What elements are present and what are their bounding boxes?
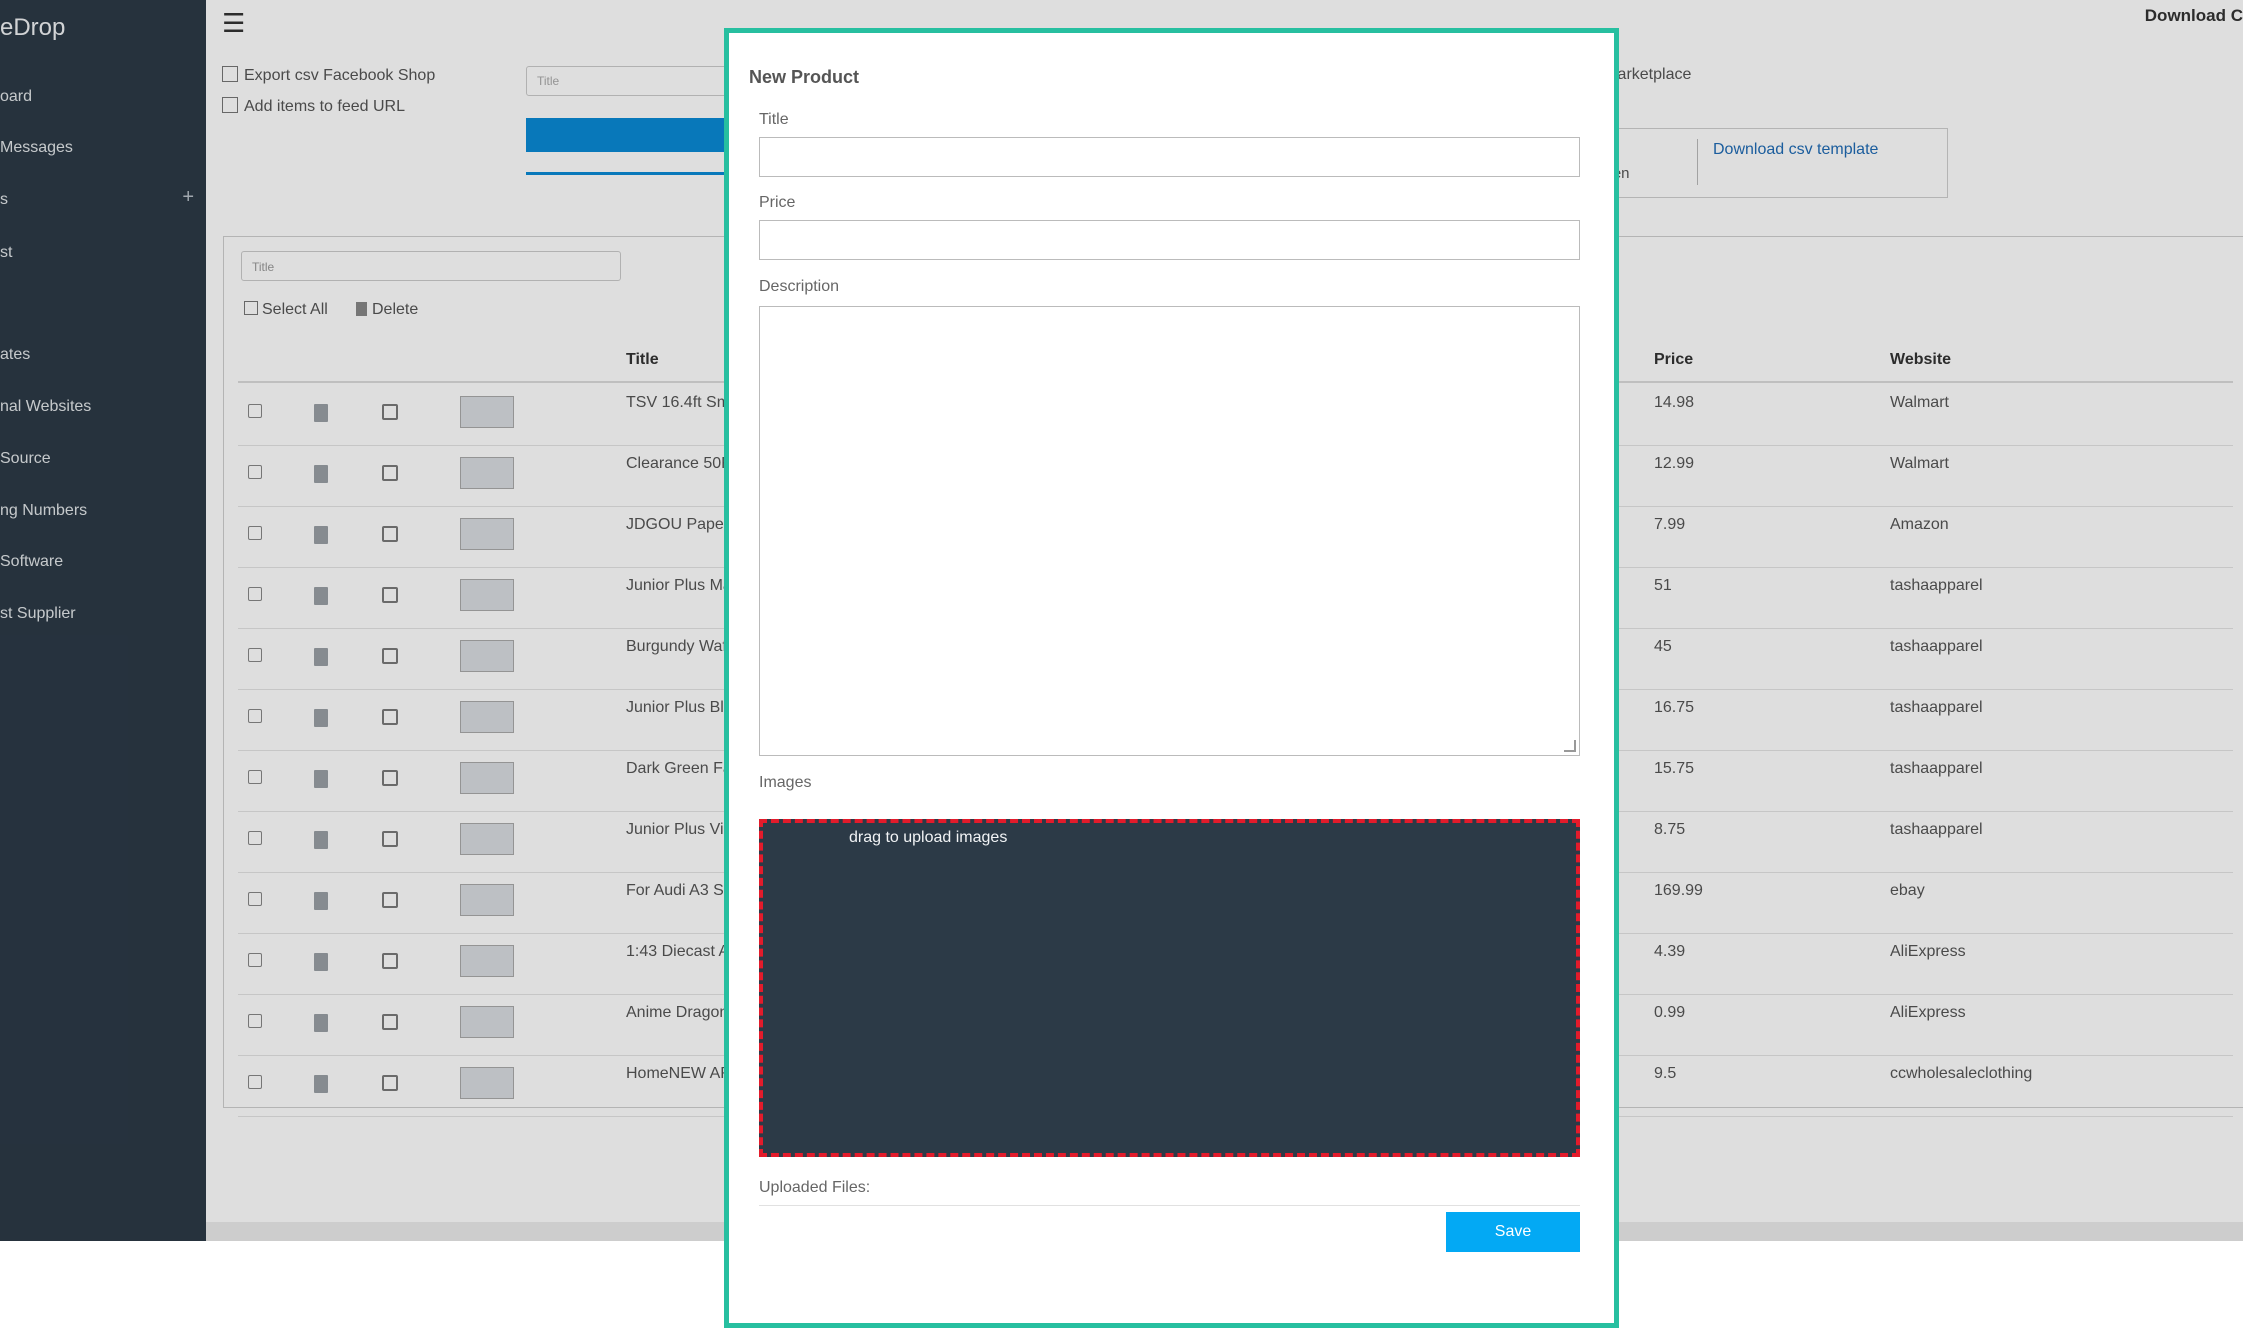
new-product-modal: New Product Title Price Description Imag… xyxy=(724,28,1619,1328)
uploaded-files-label: Uploaded Files: xyxy=(759,1179,871,1196)
dropzone-text: drag to upload images xyxy=(849,829,1008,846)
title-label: Title xyxy=(759,111,789,128)
price-label: Price xyxy=(759,194,796,211)
images-label: Images xyxy=(759,774,812,791)
description-textarea[interactable] xyxy=(759,306,1580,756)
modal-title: New Product xyxy=(749,67,860,87)
price-input[interactable] xyxy=(759,220,1580,260)
description-label: Description xyxy=(759,278,840,295)
image-dropzone[interactable]: drag to upload images xyxy=(759,819,1580,1157)
divider xyxy=(759,1205,1580,1206)
resize-handle[interactable] xyxy=(1564,740,1576,752)
save-button[interactable]: Save xyxy=(1446,1212,1580,1252)
title-input[interactable] xyxy=(759,137,1580,177)
